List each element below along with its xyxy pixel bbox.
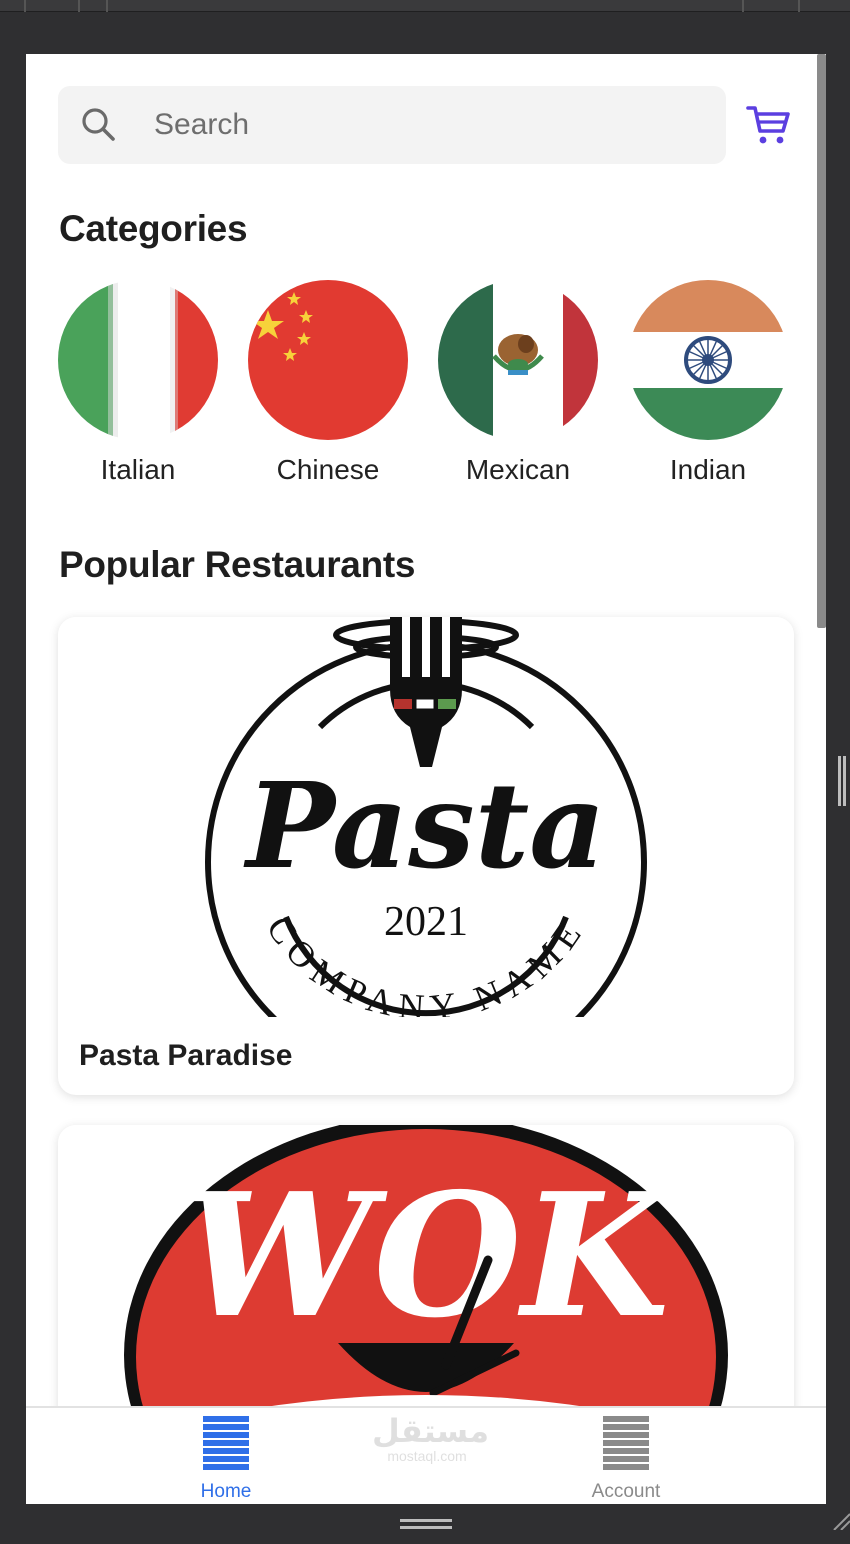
scrollbar[interactable]: [817, 54, 826, 628]
category-label: Italian: [100, 454, 176, 485]
logo-script-text: WOK: [183, 1156, 676, 1356]
home-tab-label: Home: [200, 1481, 252, 1502]
restaurant-name: Pasta Paradise: [79, 1039, 293, 1072]
account-tab-icon: [603, 1416, 649, 1470]
italy-flag-icon: [58, 280, 218, 440]
logo-script-text: Pasta: [243, 756, 605, 895]
restaurant-logo: Pasta 2021 COMPANY NAME: [58, 617, 794, 1017]
category-label: Chinese: [276, 454, 380, 485]
india-flag-icon: [628, 280, 788, 440]
category-chinese[interactable]: Chinese: [248, 280, 408, 486]
category-mexican[interactable]: Mexican: [438, 280, 598, 486]
app-screen: Categories Italian Chinese: [26, 54, 826, 1504]
search-icon: [82, 108, 115, 141]
bottom-resize-handle[interactable]: [400, 1518, 452, 1530]
side-resize-handle[interactable]: [838, 756, 846, 806]
home-tab-icon: [203, 1416, 249, 1470]
tab-account[interactable]: Account: [546, 1416, 706, 1503]
category-label: Mexican: [465, 454, 571, 485]
watermark: مستقل mostaql.com: [372, 1412, 490, 1502]
watermark-latin: mostaql.com: [387, 1448, 467, 1464]
watermark-arabic: مستقل: [372, 1412, 490, 1450]
category-indian[interactable]: Indian: [628, 280, 788, 486]
logo-year-text: 2021: [384, 899, 468, 945]
search-input[interactable]: [154, 102, 694, 148]
corner-resize-grip[interactable]: [832, 1512, 850, 1530]
popular-restaurants-heading: Popular Restaurants: [59, 544, 416, 585]
cart-icon[interactable]: [746, 104, 792, 146]
window-top-bar: [0, 0, 850, 12]
account-tab-label: Account: [591, 1481, 661, 1502]
mexico-flag-icon: [438, 280, 598, 440]
search-bar[interactable]: [58, 86, 726, 164]
china-flag-icon: [248, 280, 408, 440]
categories-heading: Categories: [59, 208, 248, 249]
restaurant-card[interactable]: Pasta 2021 COMPANY NAME Pasta Paradise: [58, 617, 794, 1095]
category-italian[interactable]: Italian: [58, 280, 218, 486]
category-label: Indian: [669, 454, 747, 485]
tab-home[interactable]: Home: [146, 1416, 306, 1503]
